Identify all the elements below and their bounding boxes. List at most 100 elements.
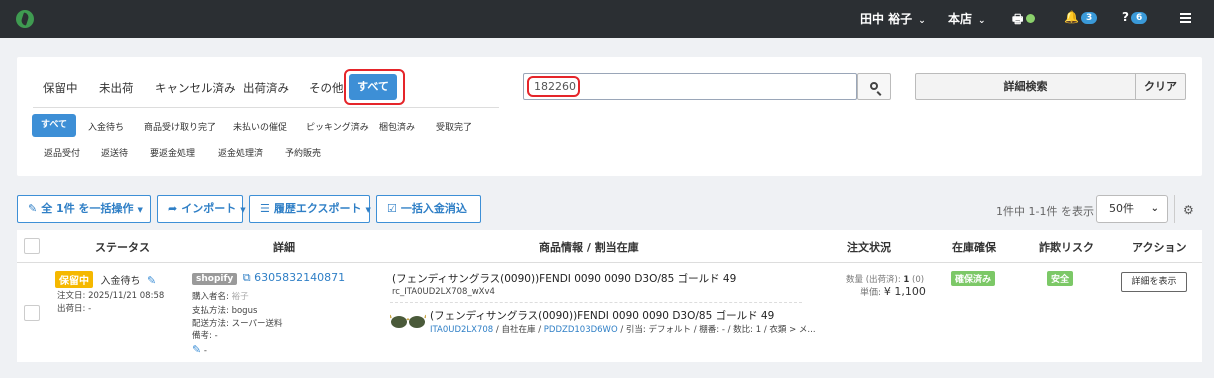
- tab-shipped[interactable]: 出荷済み: [243, 80, 289, 96]
- caret-down-icon: ▼: [137, 206, 143, 214]
- subtab-picked[interactable]: ピッキング済み: [306, 120, 369, 133]
- subtab-refund-required[interactable]: 要返金処理: [150, 146, 195, 159]
- price-value: ¥ 1,100: [883, 285, 926, 298]
- bulk-payment-button[interactable]: ☑ 一括入金消込: [376, 195, 481, 223]
- search-button[interactable]: [857, 73, 891, 100]
- printer-icon: 🖶: [1012, 12, 1024, 26]
- bulk-action-label: 全 1件 を一括操作: [41, 202, 134, 215]
- search-field[interactable]: [523, 73, 857, 100]
- help-button[interactable]: ? 6: [1122, 10, 1148, 24]
- tab-all[interactable]: すべて: [349, 74, 397, 100]
- orders-table: ステータス 詳細 商品情報 / 割当在庫 注文状況 在庫確保 詐欺リスク アクシ…: [17, 230, 1202, 362]
- buyer-label: 購入者名:: [192, 292, 229, 302]
- view-details-button[interactable]: 詳細を表示: [1121, 272, 1187, 292]
- subtab-receipt-complete[interactable]: 受取完了: [436, 120, 472, 133]
- pagination-info: 1件中 1-1件 を表示: [996, 205, 1094, 218]
- hamburger-menu-icon[interactable]: [1180, 13, 1191, 23]
- delivery-label: 配送方法:: [192, 319, 229, 329]
- subtab-return-accepted[interactable]: 返品受付: [44, 146, 80, 159]
- store-menu[interactable]: 本店 ⌄: [948, 10, 986, 27]
- history-export-button[interactable]: ☰ 履歴エクスポート ▼: [249, 195, 371, 223]
- ship-date: 出荷日: -: [57, 302, 91, 314]
- import-button[interactable]: ➦ インポート ▼: [157, 195, 246, 223]
- notifications-button[interactable]: 🔔 3: [1064, 10, 1098, 24]
- status-badge: 保留中: [55, 271, 93, 288]
- header-product: 商品情報 / 割当在庫: [539, 241, 639, 254]
- divider: [17, 262, 1202, 263]
- caret-down-icon: ▼: [365, 206, 371, 214]
- top-navigation-bar: 田中 裕子 ⌄ 本店 ⌄ 🖶 🔔 3 ? 6: [0, 0, 1214, 38]
- tab-cancelled[interactable]: キャンセル済み: [155, 80, 236, 96]
- select-all-checkbox[interactable]: [24, 238, 40, 254]
- status-cell: 保留中 入金待ち ✎: [55, 271, 156, 288]
- per-page-select[interactable]: 50件 ⌄: [1096, 195, 1168, 223]
- subtab-preorder[interactable]: 予約販売: [285, 146, 321, 159]
- subtab-goods-received[interactable]: 商品受け取り完了: [144, 120, 216, 133]
- row-checkbox[interactable]: [24, 305, 40, 321]
- bulk-action-button[interactable]: ✎ 全 1件 を一括操作 ▼: [17, 195, 151, 223]
- divider: [33, 107, 499, 108]
- note-value: -: [214, 331, 218, 341]
- online-status-dot: [1026, 14, 1036, 23]
- product-name: (フェンディサングラス(0090))FENDI 0090 0090 D3O/85…: [392, 273, 737, 285]
- tab-on-hold[interactable]: 保留中: [43, 80, 78, 96]
- share-arrow-icon: ➦: [168, 202, 178, 215]
- clear-button[interactable]: クリア: [1135, 73, 1186, 100]
- printer-status[interactable]: 🖶: [1012, 10, 1036, 31]
- note: 備考: -: [192, 329, 218, 341]
- tab-other[interactable]: その他: [309, 80, 344, 96]
- subtab-payment-reminder[interactable]: 未払いの催促: [233, 120, 287, 133]
- caret-down-icon: ▼: [240, 206, 246, 214]
- order-date-label: 注文日:: [57, 291, 86, 301]
- order-date: 注文日: 2025/11/21 08:58: [57, 289, 164, 301]
- highlight-box: [527, 76, 580, 97]
- quantity: 数量 (出荷済): 1 (0): [846, 273, 924, 285]
- gear-icon[interactable]: ⚙: [1183, 203, 1194, 217]
- stock-secured-cell: 確保済み: [951, 271, 996, 286]
- bulk-payment-label: 一括入金消込: [400, 202, 467, 215]
- list-icon: ☰: [260, 202, 270, 215]
- subtab-packed[interactable]: 梱包済み: [379, 120, 415, 133]
- memo-value: -: [203, 346, 207, 356]
- price-label: 単価:: [860, 288, 882, 298]
- chevron-down-icon: ⌄: [918, 16, 926, 26]
- help-count-badge: 6: [1130, 12, 1148, 24]
- pencil-icon[interactable]: ✎: [147, 274, 156, 287]
- product-code: rc_ITA0UD2LX708_wXv4: [392, 287, 495, 297]
- quantity-value: 1: [903, 275, 910, 285]
- pencil-icon[interactable]: ✎: [192, 343, 201, 356]
- stock-status-badge: 確保済み: [951, 271, 996, 286]
- external-link-icon[interactable]: ⧉: [243, 271, 251, 284]
- stock-code-link[interactable]: PDDZD103D6WO: [544, 325, 618, 335]
- stock-location: 自社在庫: [501, 325, 536, 335]
- subtab-awaiting-return[interactable]: 返送待: [101, 146, 128, 159]
- checkbox-icon: ☑: [387, 202, 397, 215]
- bell-icon: 🔔: [1064, 10, 1079, 24]
- per-page-value: 50件: [1109, 202, 1134, 215]
- advanced-search-button[interactable]: 詳細検索: [915, 73, 1136, 100]
- subtab-all[interactable]: すべて: [32, 114, 76, 137]
- fraud-risk-badge: 安全: [1047, 271, 1074, 286]
- order-filter-panel: 保留中 未出荷 キャンセル済み 出荷済み その他 すべて すべて 入金待ち 商品…: [17, 57, 1202, 176]
- user-name: 田中 裕子: [860, 12, 913, 26]
- header-detail: 詳細: [273, 241, 295, 254]
- fraud-risk-cell: 安全: [1047, 271, 1074, 286]
- order-id-link[interactable]: 6305832140871: [254, 271, 345, 284]
- stock-sku-link[interactable]: ITA0UD2LX708: [430, 325, 493, 335]
- subtab-refunded[interactable]: 返金処理済: [218, 146, 263, 159]
- user-menu[interactable]: 田中 裕子 ⌄: [860, 10, 926, 27]
- chevron-down-icon: ⌄: [1150, 203, 1159, 214]
- ship-date-value: -: [88, 304, 92, 314]
- import-label: インポート: [181, 202, 237, 215]
- chevron-down-icon: ⌄: [978, 16, 986, 26]
- payment-value: bogus: [231, 306, 258, 316]
- order-date-value: 2025/11/21 08:58: [88, 291, 165, 301]
- note-label: 備考:: [192, 331, 212, 341]
- tab-unshipped[interactable]: 未出荷: [99, 80, 134, 96]
- ship-date-label: 出荷日:: [57, 304, 86, 314]
- subtab-awaiting-payment[interactable]: 入金待ち: [88, 120, 124, 133]
- app-logo-icon[interactable]: [16, 10, 34, 28]
- stock-product-name: (フェンディサングラス(0090))FENDI 0090 0090 D3O/85…: [430, 310, 775, 322]
- question-icon: ?: [1122, 10, 1129, 24]
- header-status: ステータス: [95, 241, 150, 254]
